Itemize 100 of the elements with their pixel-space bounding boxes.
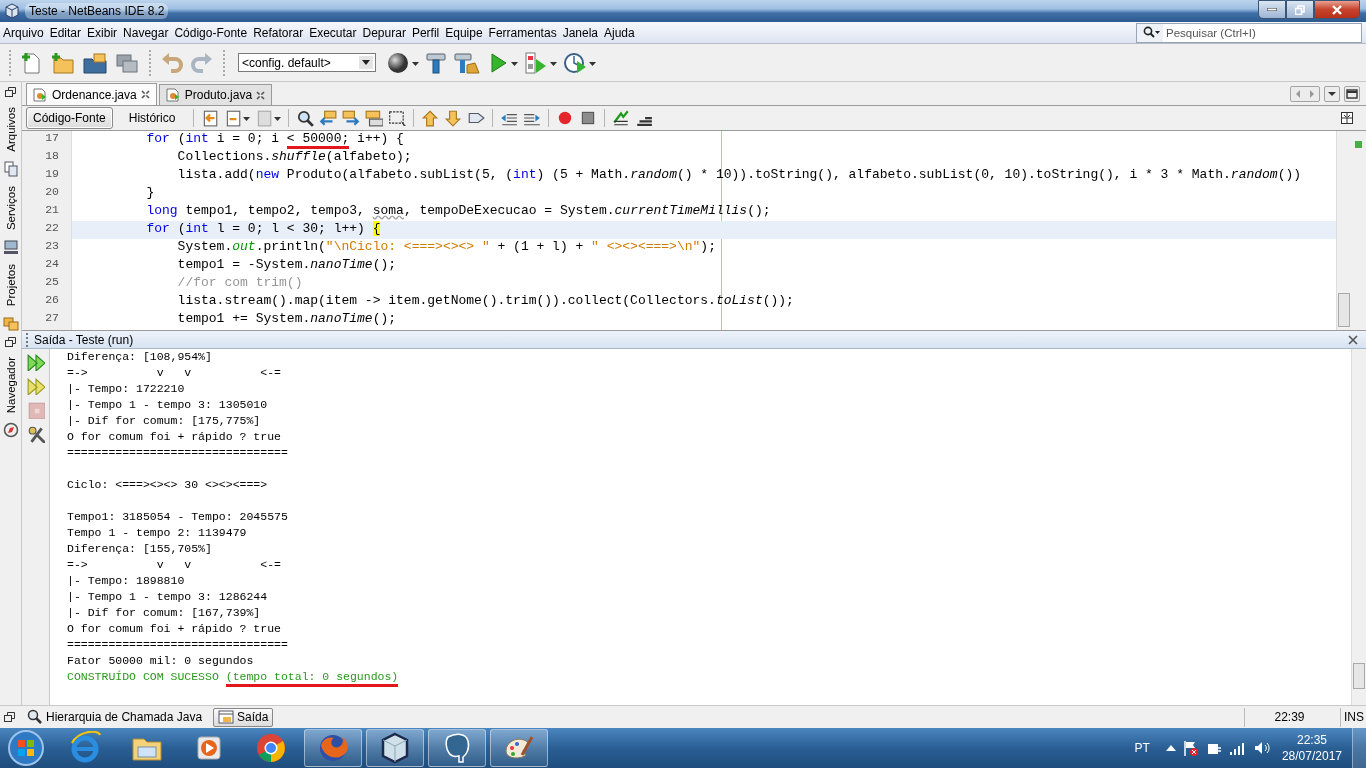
tools-icon[interactable]: [26, 425, 45, 443]
signal-bars-icon[interactable]: [1228, 741, 1247, 755]
action-center-flag-icon[interactable]: [1182, 740, 1199, 756]
show-desktop-button[interactable]: [1352, 728, 1366, 768]
line-number: 17: [45, 131, 59, 146]
speaker-icon[interactable]: [1253, 740, 1272, 756]
debug-icon[interactable]: [524, 50, 548, 75]
maximize-button[interactable]: [1344, 85, 1360, 102]
output-window-icon: [218, 709, 235, 725]
bottom-tab[interactable]: Hierarquia de Chamada Java: [22, 707, 208, 727]
build-success-message: CONSTRUÍDO COM SUCESSO (tempo total: 0 segundos): [67, 669, 1351, 685]
hammer-broom-icon[interactable]: [453, 50, 481, 75]
side-tab[interactable]: Projetos: [4, 258, 17, 312]
app-cube-icon: [4, 3, 20, 19]
minimize-button[interactable]: [1258, 0, 1286, 19]
menu-item[interactable]: Executar: [306, 25, 360, 40]
clock[interactable]: 22:35 28/07/2017: [1281, 732, 1342, 764]
restore-window-icon[interactable]: [4, 336, 17, 348]
arrow-right-box-icon[interactable]: [342, 109, 361, 127]
taskbar-button[interactable]: [428, 729, 486, 767]
side-tab[interactable]: Navegador: [4, 352, 17, 419]
output-line: |- Dif for comum: [175,775%]: [67, 413, 262, 429]
output-line: =-> v v <-=: [67, 557, 282, 573]
menu-item[interactable]: Refatorar: [250, 25, 307, 40]
menu-item[interactable]: Perfil: [408, 25, 443, 40]
output-line: ================================: [67, 445, 289, 461]
menu-item[interactable]: Exibir: [84, 25, 121, 40]
dropdown-arrow-icon: [362, 60, 370, 65]
taskbar-button[interactable]: [490, 729, 548, 767]
tab-list-button[interactable]: [1324, 85, 1340, 102]
restore-button[interactable]: [1286, 0, 1314, 19]
close-icon[interactable]: [1348, 334, 1358, 345]
file-tab[interactable]: Produto.java: [158, 84, 273, 105]
line-number: 25: [45, 275, 59, 290]
view-tab[interactable]: Código-Fonte: [26, 107, 113, 129]
rerun-options-icon[interactable]: [26, 377, 45, 395]
server-icon[interactable]: [2, 238, 19, 255]
code-line: Collections.shuffle(alfabeto);: [176, 149, 413, 166]
document-arrow-left-icon[interactable]: [201, 109, 220, 127]
files-icon[interactable]: [2, 160, 19, 177]
search-icon: [1142, 25, 1161, 40]
output-line: =-> v v <-=: [67, 365, 282, 381]
menu-item[interactable]: Depurar: [359, 25, 409, 40]
globe-icon[interactable]: [386, 50, 410, 75]
menu-item[interactable]: Navegar: [120, 25, 172, 40]
chrome-icon[interactable]: [254, 731, 288, 765]
code-line: tempo1 += System.nanoTime();: [176, 311, 398, 328]
arrow-left-box-icon[interactable]: [319, 109, 338, 127]
highlight-boxes-icon[interactable]: [365, 109, 384, 127]
compass-icon[interactable]: [2, 422, 19, 439]
view-tab[interactable]: Histórico: [121, 107, 183, 129]
taskbar-button[interactable]: [366, 729, 424, 767]
internet-explorer-icon[interactable]: [68, 731, 102, 765]
menu-item[interactable]: Equipe: [442, 25, 486, 40]
output-line: |- Tempo: 1722210: [67, 381, 186, 397]
scrollbar[interactable]: [1351, 349, 1366, 705]
output-line: |- Dif for comum: [167,739%]: [67, 605, 262, 621]
close-icon: [1331, 4, 1343, 15]
selection-icon[interactable]: [388, 109, 407, 127]
close-button[interactable]: [1314, 0, 1360, 19]
menu-item[interactable]: Ferramentas: [485, 25, 560, 40]
scrollbar[interactable]: [1336, 131, 1351, 330]
hammer-icon[interactable]: [425, 50, 447, 75]
output-title[interactable]: Saída - Teste (run): [26, 332, 134, 347]
split-icon[interactable]: [1341, 112, 1353, 124]
start-orb-icon[interactable]: [7, 729, 45, 767]
code-line: //for com trim(): [176, 275, 304, 292]
close-tab-icon[interactable]: [256, 90, 266, 100]
tray-expand-icon[interactable]: [1165, 744, 1176, 752]
find-icon[interactable]: [296, 109, 315, 127]
comment-lines-icon[interactable]: [612, 109, 631, 127]
output-line: Diferença: [155,705%]: [67, 541, 213, 557]
code-line: lista.add(new Produto(alfabeto.subList(5, (int) (5 + Math.random() * 10)).toString(), alfabeto.subList(0, 10).toString(), i * 3 * Math.random()): [176, 167, 1303, 184]
menu-item[interactable]: Editar: [46, 25, 85, 40]
input-language[interactable]: PT: [1134, 741, 1150, 755]
menu-item[interactable]: Ajuda: [601, 25, 638, 40]
side-tab[interactable]: Arquivos: [4, 102, 17, 157]
close-tab-icon[interactable]: [140, 90, 150, 99]
window-title: Teste - NetBeans IDE 8.2: [25, 3, 169, 19]
search-field[interactable]: Pesquisar (Ctrl+I): [1136, 22, 1362, 43]
open-folder-icon[interactable]: [82, 50, 108, 75]
file-tab[interactable]: Ordenance.java: [26, 83, 157, 105]
arrow-down-icon[interactable]: [444, 109, 463, 127]
menu-item[interactable]: Janela: [559, 25, 601, 40]
java-file-icon: [164, 87, 181, 103]
restore-window-icon[interactable]: [4, 711, 16, 723]
menu-item[interactable]: Código-Fonte: [171, 25, 251, 40]
configuration-dropdown[interactable]: <config. default>: [238, 53, 376, 72]
side-tab[interactable]: Serviços: [4, 180, 17, 235]
cursor-position: 22:39: [1244, 707, 1334, 727]
line-number: 18: [45, 149, 59, 164]
new-project-icon[interactable]: [50, 50, 76, 75]
bottom-tab[interactable]: Saída: [213, 707, 274, 727]
arrow-up-icon[interactable]: [421, 109, 440, 127]
restore-window-icon[interactable]: [4, 86, 17, 98]
menu-item[interactable]: Arquivo: [0, 25, 47, 40]
maximize-icon: [1345, 86, 1359, 101]
code-line: }: [145, 185, 156, 202]
rerun-icon[interactable]: [26, 353, 45, 371]
profile-icon[interactable]: [563, 50, 587, 75]
